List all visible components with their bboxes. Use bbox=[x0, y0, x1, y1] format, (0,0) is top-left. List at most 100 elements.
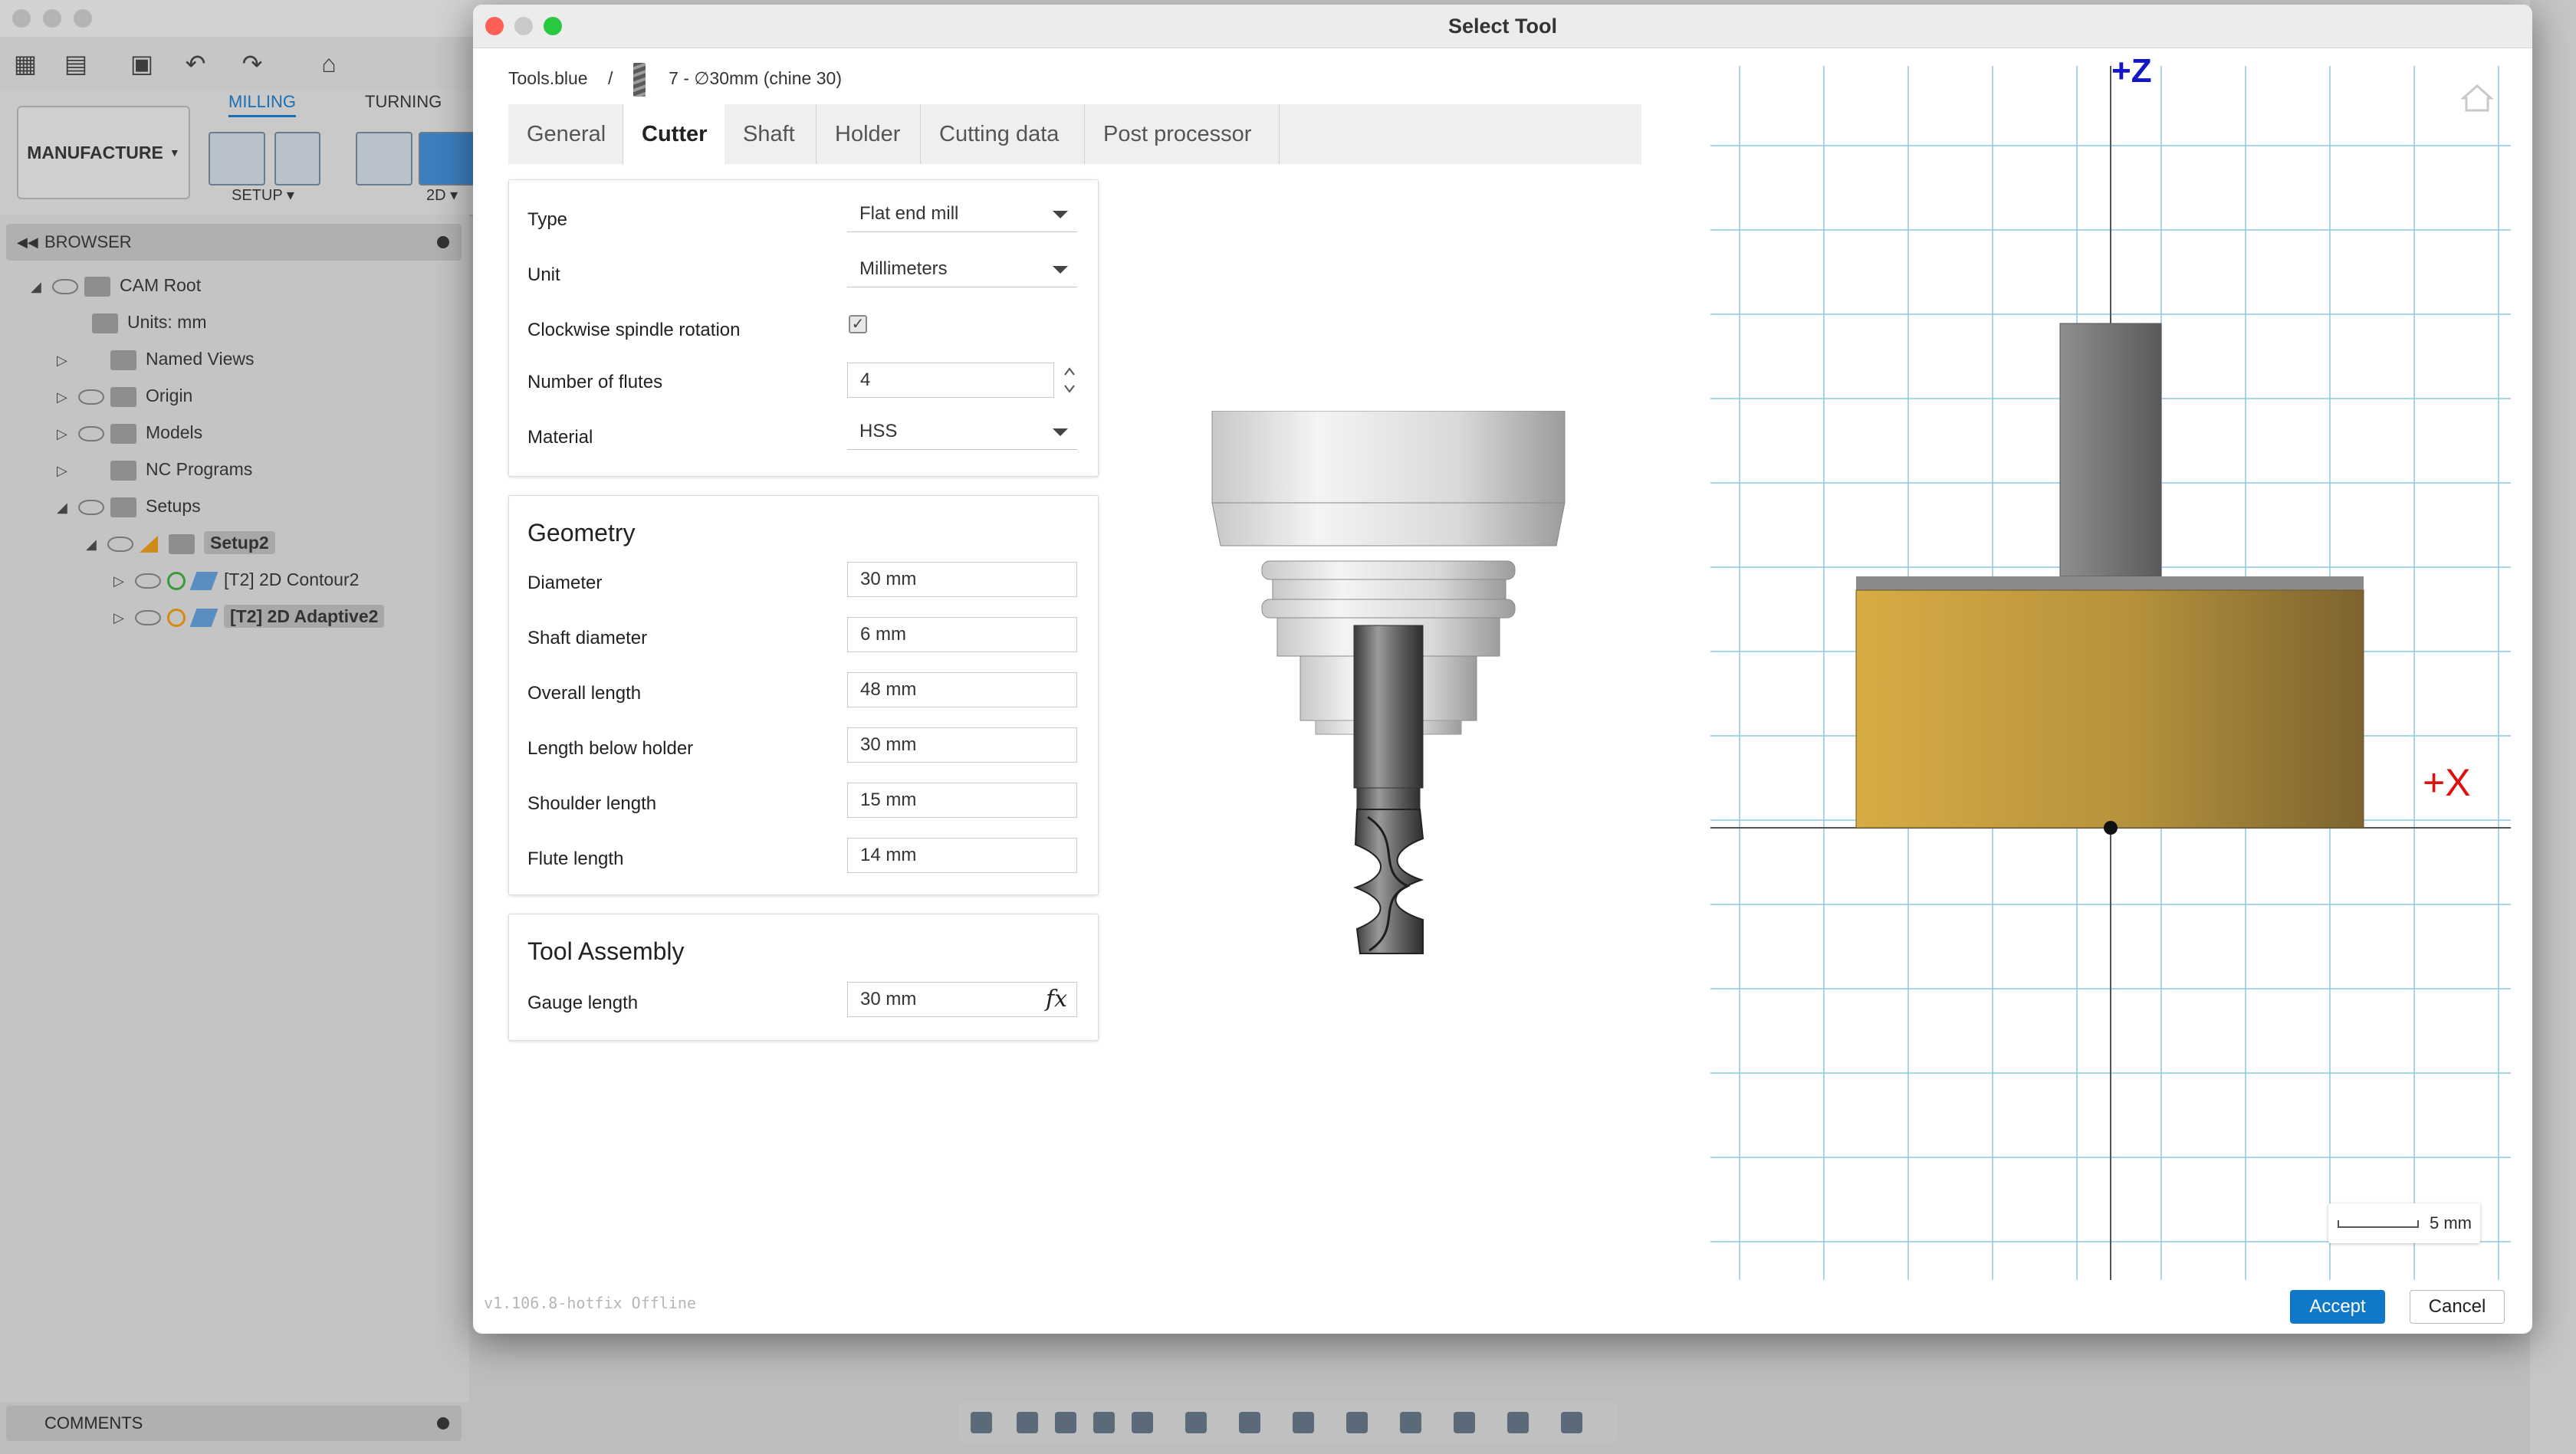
type-select[interactable]: Flat end mill bbox=[847, 197, 1077, 232]
expand-arrow-icon[interactable]: ▷ bbox=[57, 454, 78, 487]
shaft-diameter-value: 6 mm bbox=[860, 624, 906, 645]
tree-item-nc-programs[interactable]: ▷ NC Programs bbox=[57, 452, 252, 486]
clockwise-checkbox[interactable]: ✓ bbox=[849, 315, 867, 333]
shaft-diameter-input[interactable]: 6 mm bbox=[847, 617, 1077, 652]
display-settings-icon[interactable] bbox=[1185, 1412, 1207, 1433]
browser-title: BROWSER bbox=[44, 232, 132, 251]
hidden-eye-icon[interactable] bbox=[135, 573, 161, 589]
expand-arrow-icon[interactable]: ◢ bbox=[86, 527, 107, 561]
window-close-dot[interactable] bbox=[12, 9, 31, 28]
workspace-switcher[interactable]: MANUFACTURE ▼ bbox=[17, 106, 190, 199]
tree-item-named-views[interactable]: ▷ Named Views bbox=[57, 342, 254, 376]
select-tool-dialog: Select Tool Tools.blue / 7 - ∅30mm (chin… bbox=[473, 5, 2532, 1334]
shoulder-length-input[interactable]: 15 mm bbox=[847, 783, 1077, 818]
diameter-input[interactable]: 30 mm bbox=[847, 562, 1077, 597]
accept-button[interactable]: Accept bbox=[2290, 1290, 2385, 1324]
add-comment-icon[interactable] bbox=[437, 1417, 449, 1429]
expand-arrow-icon[interactable]: ▷ bbox=[113, 601, 135, 635]
tab-holder[interactable]: Holder bbox=[816, 104, 921, 164]
collapse-icon[interactable]: ◀◀ bbox=[17, 224, 38, 261]
pin-icon[interactable] bbox=[437, 236, 449, 248]
operation-icon bbox=[189, 608, 219, 627]
tab-shaft[interactable]: Shaft bbox=[724, 104, 816, 164]
navigation-bar bbox=[958, 1403, 1618, 1443]
undo-icon[interactable]: ↶ bbox=[181, 49, 210, 78]
tab-cutting-data[interactable]: Cutting data bbox=[921, 104, 1085, 164]
setup-icon bbox=[169, 533, 195, 554]
document-icon bbox=[84, 276, 110, 297]
tab-post-processor[interactable]: Post processor bbox=[1085, 104, 1280, 164]
pan-icon[interactable] bbox=[1055, 1412, 1076, 1433]
home-view-icon[interactable] bbox=[2460, 81, 2494, 115]
simulation-icon[interactable] bbox=[1400, 1412, 1421, 1433]
orbit-icon[interactable] bbox=[971, 1412, 992, 1433]
tree-item-cam-root[interactable]: ◢ CAM Root bbox=[31, 268, 201, 302]
tree-item-setups[interactable]: ◢ Setups bbox=[57, 489, 201, 523]
file-icon[interactable]: ▤ bbox=[61, 49, 90, 78]
flutes-input[interactable]: 4 bbox=[847, 363, 1054, 398]
unit-select[interactable]: Millimeters bbox=[847, 252, 1077, 287]
length-below-holder-input[interactable]: 30 mm bbox=[847, 727, 1077, 763]
tree-item-adaptive2[interactable]: ▷ [T2] 2D Adaptive2 bbox=[113, 599, 385, 635]
hidden-eye-icon[interactable] bbox=[78, 389, 104, 405]
flute-length-input[interactable]: 14 mm bbox=[847, 838, 1077, 873]
setup-group-label[interactable]: SETUP ▾ bbox=[232, 185, 294, 205]
look-at-icon[interactable] bbox=[1017, 1412, 1038, 1433]
2d-pocket-icon[interactable] bbox=[419, 132, 475, 185]
formula-fx-icon[interactable]: fx bbox=[1046, 983, 1067, 1016]
tab-cutter[interactable]: Cutter bbox=[623, 104, 724, 164]
window-minimize-dot[interactable] bbox=[43, 9, 61, 28]
expand-arrow-icon[interactable]: ▷ bbox=[57, 417, 78, 451]
tab-turning[interactable]: TURNING bbox=[365, 92, 442, 112]
tab-general[interactable]: General bbox=[508, 104, 623, 164]
visibility-eye-icon[interactable] bbox=[78, 499, 104, 515]
length-below-holder-value: 30 mm bbox=[860, 734, 917, 755]
tree-item-setup2[interactable]: ◢ Setup2 bbox=[86, 526, 275, 560]
stock-display-icon[interactable] bbox=[1454, 1412, 1475, 1433]
toolpath-display-icon[interactable] bbox=[1507, 1412, 1529, 1433]
visibility-eye-icon[interactable] bbox=[52, 278, 78, 294]
redo-icon[interactable]: ↷ bbox=[238, 49, 267, 78]
expand-arrow-icon[interactable]: ▷ bbox=[57, 343, 78, 377]
hidden-eye-icon[interactable] bbox=[135, 609, 161, 625]
visibility-eye-icon[interactable] bbox=[78, 425, 104, 441]
breadcrumb-library[interactable]: Tools.blue bbox=[508, 68, 588, 88]
version-label: v1.106.8-hotfix Offline bbox=[484, 1294, 696, 1312]
setup-group-text: SETUP bbox=[232, 187, 283, 204]
tool-display-icon[interactable] bbox=[1561, 1412, 1582, 1433]
cancel-button[interactable]: Cancel bbox=[2410, 1290, 2505, 1324]
window-zoom-dot[interactable] bbox=[74, 9, 92, 28]
tree-item-contour2[interactable]: ▷ [T2] 2D Contour2 bbox=[113, 563, 359, 596]
visibility-eye-icon[interactable] bbox=[107, 536, 133, 552]
tab-milling[interactable]: MILLING bbox=[228, 92, 297, 117]
expand-arrow-icon[interactable]: ▷ bbox=[113, 564, 135, 598]
layers-icon[interactable] bbox=[1346, 1412, 1368, 1433]
nc-program-icon[interactable] bbox=[274, 132, 320, 185]
tree-item-units[interactable]: Units: mm bbox=[92, 305, 207, 339]
browser-header[interactable]: ◀◀ BROWSER bbox=[6, 224, 462, 261]
grid-settings-icon[interactable] bbox=[1239, 1412, 1260, 1433]
comments-bar[interactable]: COMMENTS bbox=[6, 1406, 462, 1441]
zoom-icon[interactable] bbox=[1093, 1412, 1115, 1433]
material-select[interactable]: HSS bbox=[847, 415, 1077, 450]
expand-arrow-icon[interactable]: ◢ bbox=[31, 270, 52, 304]
save-icon[interactable]: ▣ bbox=[127, 49, 156, 78]
2d-adaptive-icon[interactable] bbox=[356, 132, 412, 185]
new-setup-icon[interactable] bbox=[209, 132, 265, 185]
end-mill-tool bbox=[1353, 625, 1424, 954]
viewports-icon[interactable] bbox=[1293, 1412, 1314, 1433]
expand-arrow-icon[interactable]: ▷ bbox=[57, 380, 78, 414]
stepper-arrows-icon[interactable] bbox=[1062, 364, 1077, 396]
scale-bar bbox=[2338, 1220, 2419, 1228]
home-tab-icon[interactable]: ⌂ bbox=[314, 49, 343, 78]
overall-length-input[interactable]: 48 mm bbox=[847, 672, 1077, 707]
apps-grid-icon[interactable]: ▦ bbox=[11, 49, 40, 78]
units-icon bbox=[92, 313, 118, 333]
expand-arrow-icon[interactable]: ◢ bbox=[57, 491, 78, 524]
2d-group-label[interactable]: 2D ▾ bbox=[426, 185, 458, 205]
material-value: HSS bbox=[859, 421, 898, 441]
tree-item-origin[interactable]: ▷ Origin bbox=[57, 379, 192, 412]
gauge-length-input[interactable]: 30 mm fx bbox=[847, 982, 1077, 1017]
tree-item-models[interactable]: ▷ Models bbox=[57, 415, 202, 449]
fit-icon[interactable] bbox=[1132, 1412, 1153, 1433]
